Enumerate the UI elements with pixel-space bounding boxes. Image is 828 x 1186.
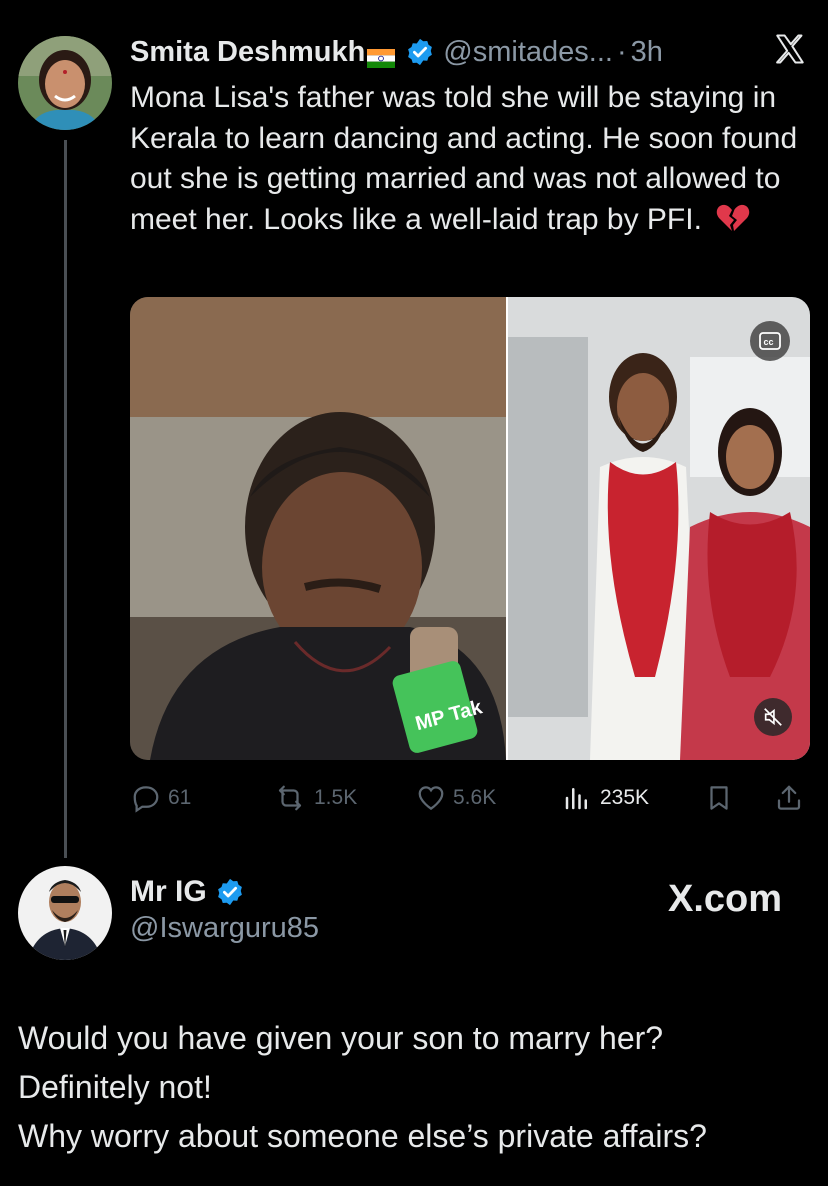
reply-author-handle[interactable]: @Iswarguru85	[130, 912, 319, 945]
reply-author-avatar[interactable]	[18, 866, 112, 960]
quoted-tweet-text: Mona Lisa's father was told she will be …	[130, 78, 810, 244]
share-button[interactable]	[774, 780, 810, 816]
view-count: 235K	[600, 786, 650, 809]
reply-icon	[133, 786, 159, 813]
bookmark-button[interactable]	[704, 780, 740, 816]
repost-icon	[278, 785, 302, 811]
thread-connector-line	[64, 140, 67, 858]
verified-badge-icon	[405, 37, 435, 67]
author-avatar[interactable]	[18, 36, 112, 130]
bookmark-icon	[710, 786, 728, 810]
like-count: 5.6K	[453, 786, 497, 809]
comment-line: Definitely not!	[18, 1069, 212, 1105]
comment-line: Why worry about someone else’s private a…	[18, 1118, 707, 1154]
repost-button[interactable]: 1.5K	[272, 780, 357, 816]
x-logo-icon[interactable]	[773, 32, 807, 66]
captions-button[interactable]: cc	[750, 321, 790, 361]
tweet-action-bar: 61 1.5K 5.6K 235K	[130, 780, 810, 816]
broken-heart-icon	[716, 203, 750, 245]
reply-button[interactable]: 61	[130, 780, 191, 816]
comment-line: Would you have given your son to marry h…	[18, 1020, 664, 1056]
repost-count: 1.5K	[314, 786, 358, 809]
x-com-watermark: X.com	[668, 878, 783, 920]
reply-author-name[interactable]: Mr IG	[130, 875, 207, 909]
mute-icon[interactable]	[754, 698, 792, 736]
quoted-tweet-header: Smita Deshmukh @smitades... · 3h	[130, 32, 663, 72]
author-name[interactable]: Smita Deshmukh	[130, 36, 365, 69]
heart-icon	[418, 786, 444, 810]
author-handle[interactable]: @smitades...	[443, 36, 613, 69]
tweet-body: Mona Lisa's father was told she will be …	[130, 81, 798, 236]
svg-text:cc: cc	[764, 337, 774, 347]
tweet-media-video[interactable]: MP Tak cc	[130, 297, 810, 760]
header-separator: ·	[616, 35, 627, 68]
analytics-icon	[565, 788, 587, 810]
reply-count: 61	[168, 786, 192, 809]
verified-badge-icon	[215, 877, 245, 907]
views-button[interactable]: 235K	[560, 780, 649, 816]
tweet-timestamp[interactable]: 3h	[631, 36, 663, 69]
reply-comment-text: Would you have given your son to marry h…	[18, 1014, 818, 1161]
reply-author-name-row: Mr IG	[130, 872, 245, 912]
share-icon	[777, 785, 801, 810]
india-flag-icon	[367, 43, 396, 68]
like-button[interactable]: 5.6K	[415, 780, 496, 816]
